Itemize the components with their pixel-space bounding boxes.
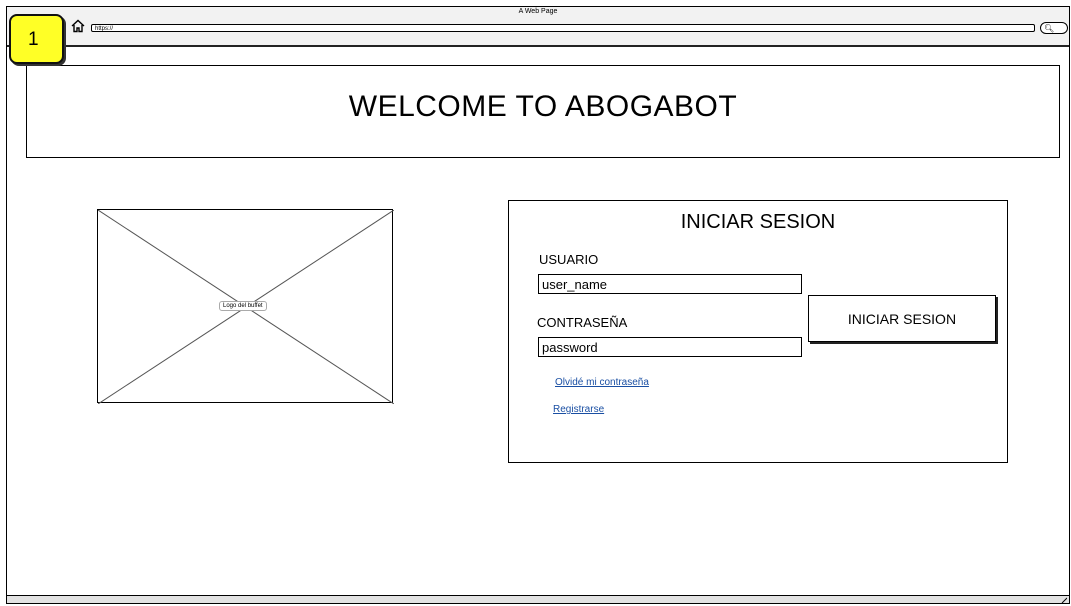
register-link[interactable]: Registrarse [553,404,604,415]
logo-label: Logo del buffet [219,301,267,311]
username-label: USUARIO [539,252,599,267]
home-icon[interactable] [71,19,85,33]
annotation-badge: 1 [9,14,64,64]
welcome-header: WELCOME TO ABOGABOT [26,65,1060,158]
forgot-password-link[interactable]: Olvidé mi contraseña [555,377,649,388]
annotation-number: 1 [28,29,39,50]
password-label: CONTRASEÑA [537,315,628,330]
page-title: WELCOME TO ABOGABOT [348,90,738,123]
browser-toolbar: A Web Page https:// 🔍︎ [7,7,1069,47]
login-title: INICIAR SESION [680,211,836,233]
url-text: https:// [95,26,114,32]
browser-search-field[interactable]: 🔍︎ [1040,22,1068,34]
username-input[interactable] [538,274,802,294]
password-input[interactable] [538,337,802,357]
search-icon: 🔍︎ [1044,24,1055,33]
browser-status-bar [7,595,1069,603]
browser-page-title: A Web Page [518,8,558,15]
logo-image-placeholder: Logo del buffet [97,209,394,404]
browser-window: A Web Page https:// 🔍︎ WELCOME TO ABOGAB… [6,6,1070,604]
resize-handle-icon[interactable] [1061,597,1067,603]
url-bar[interactable]: https:// [91,24,1035,32]
login-button[interactable]: INICIAR SESION [808,295,996,342]
login-panel: INICIAR SESION USUARIO CONTRASEÑA INICIA… [508,200,1008,463]
